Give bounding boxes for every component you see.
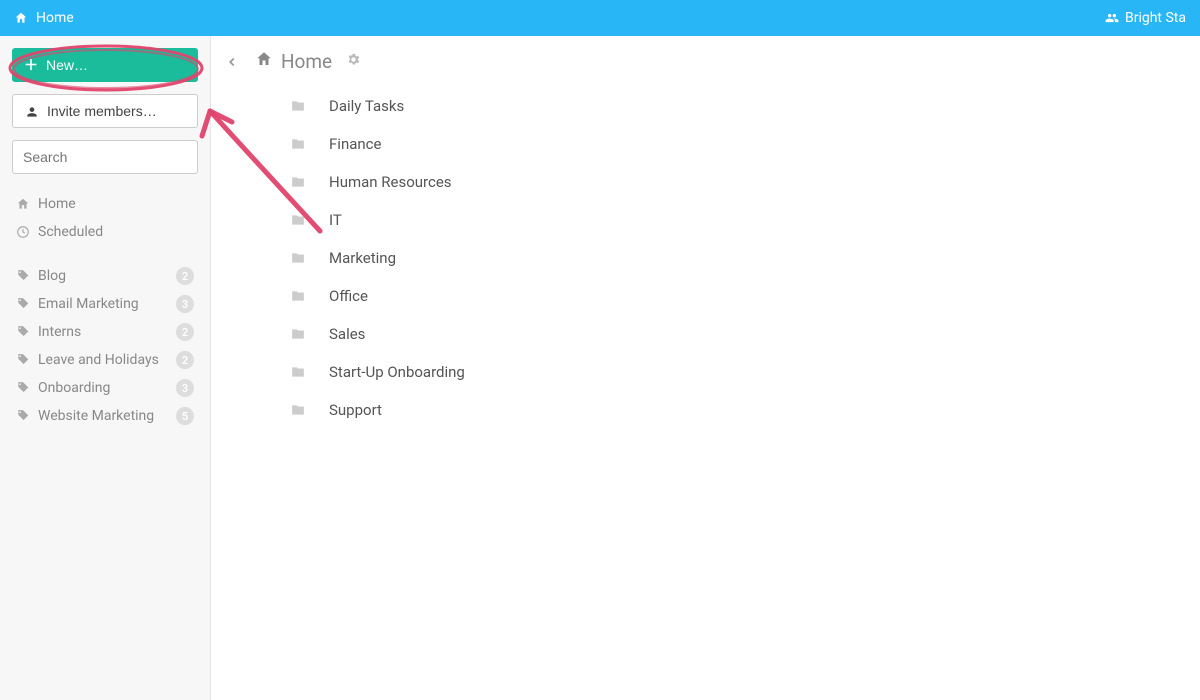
sidebar-tag-website-marketing[interactable]: Website Marketing 5: [12, 402, 198, 430]
clock-icon: [16, 224, 30, 240]
sidebar-tag-count: 3: [176, 295, 194, 313]
topbar-org-switcher[interactable]: Bright Sta: [1105, 10, 1186, 26]
sidebar-tag-blog[interactable]: Blog 2: [12, 262, 198, 290]
sidebar-tag-leave-holidays[interactable]: Leave and Holidays 2: [12, 346, 198, 374]
main-header: Home: [211, 36, 1200, 83]
sidebar-tag-email-marketing[interactable]: Email Marketing 3: [12, 290, 198, 318]
main-content: Home Daily Tasks Finance: [211, 36, 1200, 700]
tag-icon: [16, 408, 30, 424]
topbar: Home Bright Sta: [0, 0, 1200, 36]
invite-members-label: Invite members…: [47, 103, 157, 119]
folder-icon: [291, 98, 307, 114]
home-icon: [16, 196, 30, 212]
folder-label: Human Resources: [329, 173, 452, 191]
home-icon: [255, 50, 273, 73]
topbar-home-label: Home: [36, 10, 74, 26]
plus-icon: ＋: [24, 55, 38, 75]
tag-icon: [16, 380, 30, 396]
tag-icon: [16, 352, 30, 368]
folder-icon: [291, 288, 307, 304]
folder-icon: [291, 136, 307, 152]
folder-daily-tasks[interactable]: Daily Tasks: [291, 87, 1200, 125]
folder-support[interactable]: Support: [291, 391, 1200, 429]
sidebar-tag-label: Onboarding: [38, 380, 176, 396]
folder-icon: [291, 326, 307, 342]
settings-button[interactable]: [346, 52, 361, 71]
users-icon: [1105, 10, 1119, 26]
folder-icon: [291, 250, 307, 266]
folder-label: Sales: [329, 325, 365, 343]
sidebar-tag-label: Blog: [38, 268, 176, 284]
folder-it[interactable]: IT: [291, 201, 1200, 239]
folder-human-resources[interactable]: Human Resources: [291, 163, 1200, 201]
collapse-sidebar-button[interactable]: [223, 53, 241, 71]
tag-icon: [16, 324, 30, 340]
sidebar-tag-label: Email Marketing: [38, 296, 176, 312]
sidebar-tag-label: Leave and Holidays: [38, 352, 176, 368]
folder-label: Finance: [329, 135, 381, 153]
sidebar-item-scheduled[interactable]: Scheduled: [12, 218, 198, 246]
sidebar-tag-label: Website Marketing: [38, 408, 176, 424]
breadcrumb-label: Home: [281, 50, 332, 73]
folder-marketing[interactable]: Marketing: [291, 239, 1200, 277]
sidebar-tags: Blog 2 Email Marketing 3 Interns 2: [12, 262, 198, 430]
search-input[interactable]: [12, 140, 198, 174]
sidebar-tag-count: 2: [176, 323, 194, 341]
new-button-label: New…: [46, 57, 88, 73]
breadcrumb[interactable]: Home: [255, 50, 332, 73]
sidebar-tag-count: 5: [176, 407, 194, 425]
sidebar-tag-count: 3: [176, 379, 194, 397]
folder-finance[interactable]: Finance: [291, 125, 1200, 163]
folder-label: IT: [329, 211, 342, 229]
sidebar-tag-count: 2: [176, 267, 194, 285]
folder-list: Daily Tasks Finance Human Resources IT: [211, 83, 1200, 429]
tag-icon: [16, 268, 30, 284]
folder-icon: [291, 174, 307, 190]
folder-startup-onboarding[interactable]: Start-Up Onboarding: [291, 353, 1200, 391]
folder-office[interactable]: Office: [291, 277, 1200, 315]
sidebar-tag-label: Interns: [38, 324, 176, 340]
sidebar-item-label: Home: [38, 196, 76, 212]
topbar-home-link[interactable]: Home: [14, 10, 74, 26]
folder-sales[interactable]: Sales: [291, 315, 1200, 353]
sidebar: ＋ New… Invite members… Home Scheduled: [0, 36, 211, 700]
new-button[interactable]: ＋ New…: [12, 48, 198, 82]
sidebar-item-label: Scheduled: [38, 224, 103, 240]
topbar-org-label: Bright Sta: [1125, 10, 1186, 26]
folder-icon: [291, 212, 307, 228]
folder-label: Office: [329, 287, 368, 305]
user-icon: [25, 103, 39, 119]
home-icon: [14, 10, 28, 26]
sidebar-tag-onboarding[interactable]: Onboarding 3: [12, 374, 198, 402]
sidebar-nav: Home Scheduled: [12, 190, 198, 246]
sidebar-tag-count: 2: [176, 351, 194, 369]
sidebar-tag-interns[interactable]: Interns 2: [12, 318, 198, 346]
folder-label: Support: [329, 401, 382, 419]
tag-icon: [16, 296, 30, 312]
invite-members-button[interactable]: Invite members…: [12, 94, 198, 128]
folder-label: Marketing: [329, 249, 396, 267]
folder-label: Start-Up Onboarding: [329, 363, 465, 381]
sidebar-item-home[interactable]: Home: [12, 190, 198, 218]
folder-icon: [291, 364, 307, 380]
folder-label: Daily Tasks: [329, 97, 404, 115]
folder-icon: [291, 402, 307, 418]
